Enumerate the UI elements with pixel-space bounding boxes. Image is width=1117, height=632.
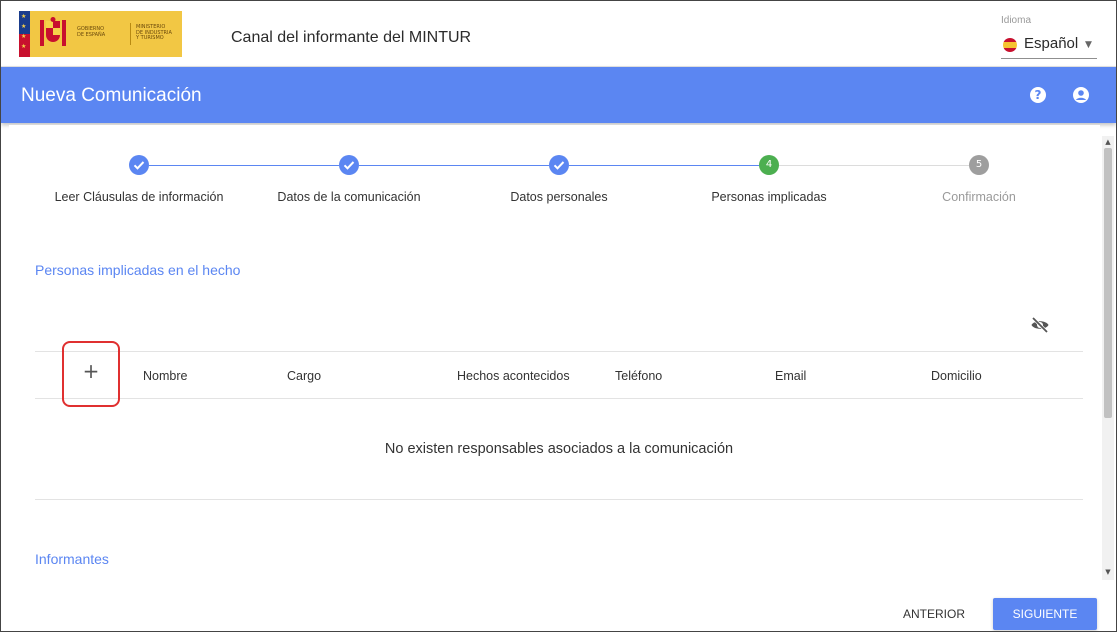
- eye-off-icon[interactable]: [1030, 316, 1050, 334]
- language-label: Idioma: [1001, 15, 1032, 26]
- government-logo: ★ ★ ★ ★ GOBIERNO DE ESPAÑA MINISTERIO DE…: [19, 11, 182, 57]
- table-header: + Nombre Cargo Hechos acontecidos Teléfo…: [35, 341, 1083, 407]
- empty-table-message: No existen responsables asociados a la c…: [384, 441, 734, 457]
- form-card: 4 5 Leer Cláusulas de información Datos …: [9, 125, 1100, 631]
- coat-of-arms-icon: [40, 17, 66, 46]
- step-connector: [359, 165, 549, 166]
- column-header-cargo[interactable]: Cargo: [287, 369, 321, 383]
- step-label: Personas implicadas: [711, 190, 827, 204]
- main-content: 4 5 Leer Cláusulas de información Datos …: [9, 125, 1100, 631]
- step-connector: [149, 165, 339, 166]
- section-title-informantes: Informantes: [35, 551, 109, 567]
- previous-button[interactable]: ANTERIOR: [894, 599, 974, 629]
- account-icon[interactable]: [1072, 86, 1090, 104]
- next-button[interactable]: SIGUIENTE: [993, 598, 1097, 630]
- column-header-email[interactable]: Email: [775, 369, 806, 383]
- page-title: Nueva Comunicación: [21, 85, 202, 106]
- logo-separator: [130, 23, 131, 45]
- step-2-done-icon[interactable]: [339, 155, 359, 175]
- step-4-active[interactable]: 4: [759, 155, 779, 175]
- language-select[interactable]: Español ▼: [1001, 35, 1097, 59]
- step-label: Confirmación: [942, 190, 1016, 204]
- section-title-personas: Personas implicadas en el hecho: [35, 262, 241, 278]
- scroll-down-icon[interactable]: ▼: [1102, 568, 1114, 576]
- top-header: ★ ★ ★ ★ GOBIERNO DE ESPAÑA MINISTERIO DE…: [1, 1, 1116, 67]
- app-window: ★ ★ ★ ★ GOBIERNO DE ESPAÑA MINISTERIO DE…: [0, 0, 1117, 632]
- column-header-hechos[interactable]: Hechos acontecidos: [457, 369, 570, 383]
- step-label: Leer Cláusulas de información: [54, 190, 224, 204]
- step-connector: [779, 165, 969, 166]
- step-3-done-icon[interactable]: [549, 155, 569, 175]
- check-icon: [343, 161, 355, 170]
- column-header-telefono[interactable]: Teléfono: [615, 369, 662, 383]
- svg-text:?: ?: [1035, 88, 1042, 102]
- app-title: Canal del informante del MINTUR: [231, 29, 472, 46]
- add-person-button[interactable]: +: [62, 341, 120, 407]
- scroll-thumb[interactable]: [1104, 148, 1112, 418]
- step-connector: [569, 165, 759, 166]
- step-label: Datos de la comunicación: [277, 190, 421, 204]
- plus-icon: +: [82, 359, 100, 383]
- logo-text-ministerio: MINISTERIO DE INDUSTRIA Y TURISMO: [136, 24, 172, 41]
- step-label: Datos personales: [510, 190, 608, 204]
- column-header-domicilio[interactable]: Domicilio: [931, 369, 982, 383]
- step-5-pending[interactable]: 5: [969, 155, 989, 175]
- page-header-bar: Nueva Comunicación ?: [1, 67, 1116, 123]
- step-1-done-icon[interactable]: [129, 155, 149, 175]
- check-icon: [133, 161, 145, 170]
- vertical-scrollbar[interactable]: ▲ ▼: [1102, 136, 1114, 580]
- column-header-nombre[interactable]: Nombre: [143, 369, 187, 383]
- spain-flag-icon: [1003, 38, 1017, 52]
- scroll-up-icon[interactable]: ▲: [1102, 138, 1114, 146]
- language-value: Español: [1024, 35, 1079, 52]
- help-icon[interactable]: ?: [1029, 86, 1047, 104]
- chevron-down-icon: ▼: [1085, 40, 1092, 50]
- logo-text-gobierno: GOBIERNO DE ESPAÑA: [77, 26, 106, 38]
- check-icon: [553, 161, 565, 170]
- table-divider: [35, 499, 1083, 500]
